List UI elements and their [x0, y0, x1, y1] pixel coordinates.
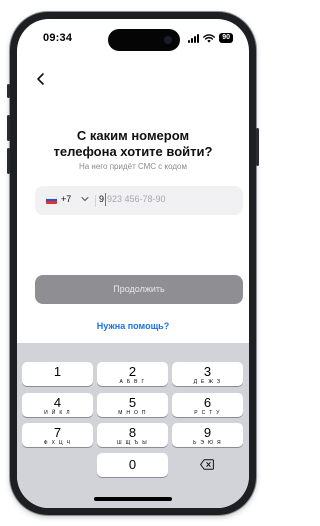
key-7[interactable]: 7 Ф Х Ц Ч: [22, 423, 93, 447]
field-divider: [95, 195, 96, 207]
key-digit: 8: [128, 425, 137, 440]
key-digit: 1: [53, 364, 62, 379]
key-8[interactable]: 8 Ш Щ Ъ Ы: [97, 423, 168, 447]
key-letters: И Й К Л: [44, 410, 71, 416]
key-2[interactable]: 2 А Б В Г: [97, 362, 168, 386]
key-digit: 3: [203, 364, 212, 379]
dynamic-island: [108, 29, 180, 51]
key-letters: Д Е Ж З: [193, 379, 222, 385]
chevron-down-icon[interactable]: [81, 196, 89, 202]
russia-flag-icon[interactable]: [46, 196, 57, 204]
key-5[interactable]: 5 М Н О П: [97, 393, 168, 417]
volume-down-button: [7, 148, 10, 174]
key-digit: 6: [203, 395, 212, 410]
key-digit: 9: [203, 425, 212, 440]
numeric-keypad: 1 2 А Б В Г 3 Д Е Ж З 4 И Й К Л 5 М Н О …: [17, 343, 249, 508]
cellular-signal-icon: [188, 33, 200, 43]
phone-frame: 09:34 90 С каким номером телефона хотите…: [7, 12, 259, 515]
key-letters: М Н О П: [118, 410, 147, 416]
battery-icon: 90: [219, 33, 233, 43]
status-time: 09:34: [43, 32, 73, 44]
status-indicators: 90: [188, 32, 233, 44]
phone-number-field[interactable]: +7 9 923 456-78-90: [35, 186, 243, 215]
screen: 09:34 90 С каким номером телефона хотите…: [17, 19, 249, 508]
power-button: [256, 128, 259, 166]
phone-placeholder: 923 456-78-90: [107, 194, 166, 204]
page-title: С каким номером телефона хотите войти?: [17, 128, 249, 160]
key-letters: Р С Т У: [194, 410, 221, 416]
action-button: [7, 84, 10, 98]
backspace-icon[interactable]: [200, 459, 214, 470]
continue-button[interactable]: Продолжить: [35, 275, 243, 304]
key-digit: 2: [128, 364, 137, 379]
chevron-left-icon[interactable]: [34, 72, 48, 86]
page-title-line-2: телефона хотите войти?: [53, 144, 213, 159]
key-digit: 0: [128, 457, 137, 472]
key-letters: Ь Э Ю Я: [193, 440, 222, 446]
key-letters: Ф Х Ц Ч: [43, 440, 72, 446]
text-caret: [105, 193, 106, 206]
key-6[interactable]: 6 Р С Т У: [172, 393, 243, 417]
key-0[interactable]: 0: [97, 453, 168, 477]
page-subtitle: На него придёт СМС с кодом: [78, 162, 188, 171]
country-code[interactable]: +7: [61, 194, 71, 204]
key-digit: 7: [53, 425, 62, 440]
key-digit: 5: [128, 395, 137, 410]
volume-up-button: [7, 115, 10, 141]
help-link[interactable]: Нужна помощь?: [17, 321, 249, 331]
key-4[interactable]: 4 И Й К Л: [22, 393, 93, 417]
key-3[interactable]: 3 Д Е Ж З: [172, 362, 243, 386]
home-indicator[interactable]: [94, 497, 172, 501]
key-1[interactable]: 1: [22, 362, 93, 386]
front-camera: [164, 36, 172, 44]
phone-typed-value[interactable]: 9: [99, 194, 104, 204]
key-digit: 4: [53, 395, 62, 410]
wifi-icon: [203, 33, 216, 43]
key-9[interactable]: 9 Ь Э Ю Я: [172, 423, 243, 447]
key-letters: А Б В Г: [119, 379, 146, 385]
key-letters: Ш Щ Ъ Ы: [117, 440, 148, 446]
page-title-line-1: С каким номером: [76, 128, 190, 143]
